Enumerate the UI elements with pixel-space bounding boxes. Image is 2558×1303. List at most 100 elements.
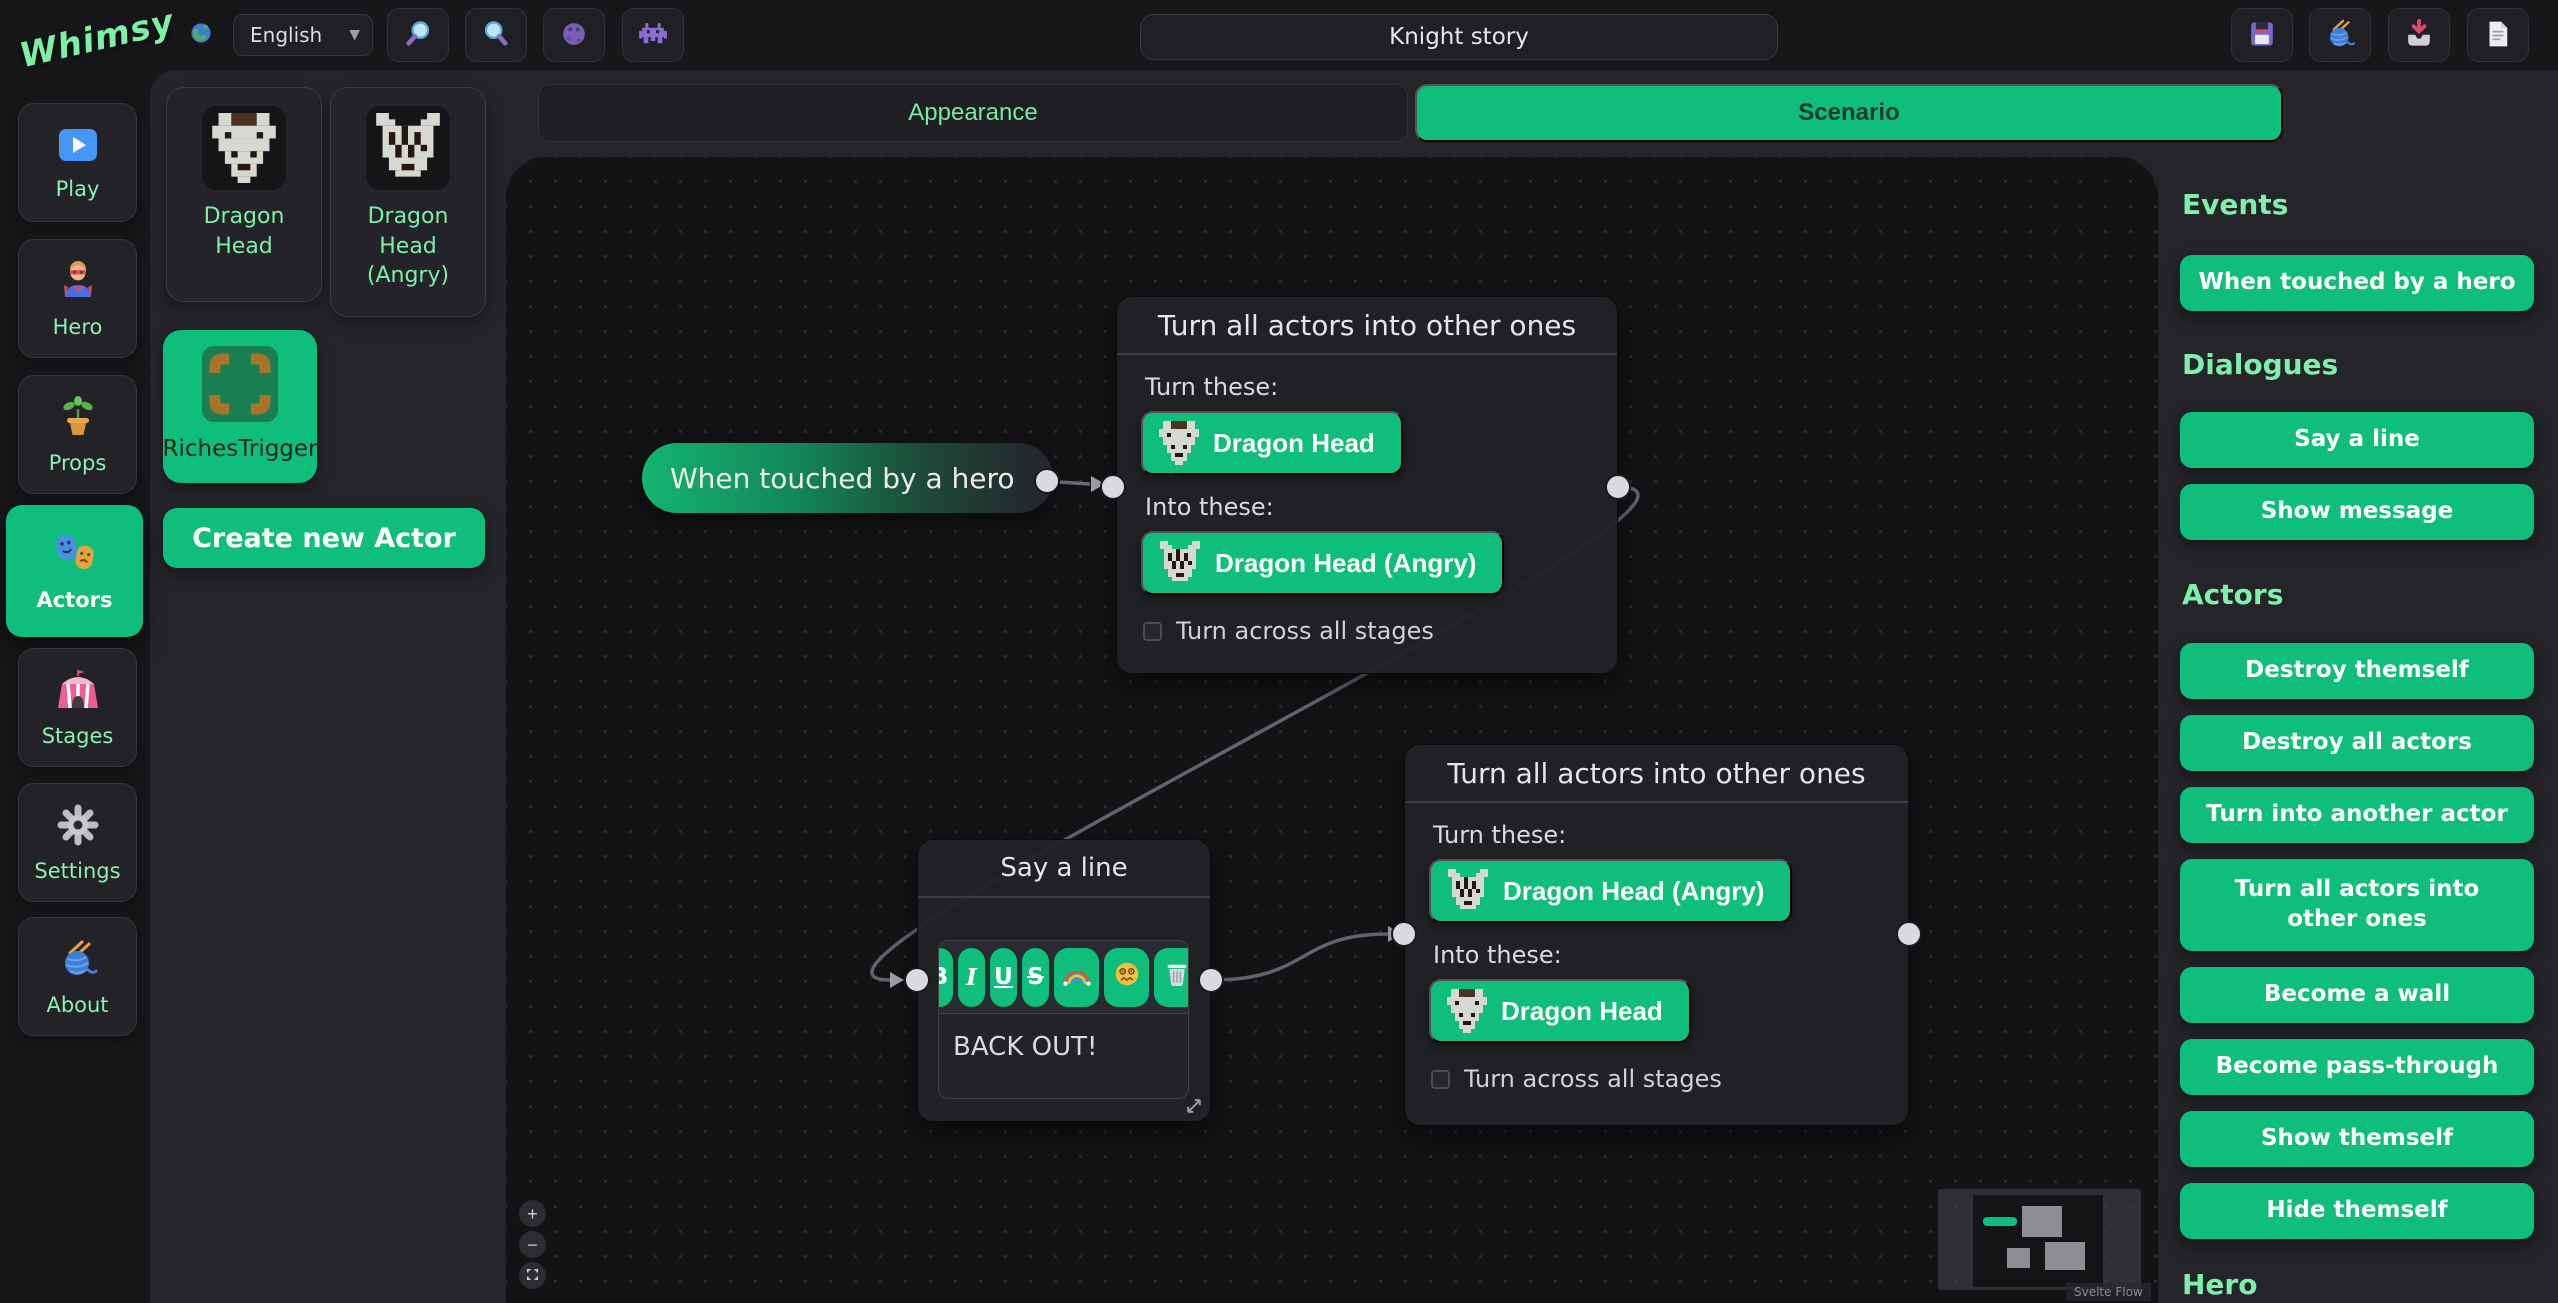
add-hide-themself-button[interactable]: Hide themself bbox=[2180, 1183, 2534, 1239]
strikethrough-button[interactable]: S bbox=[1022, 948, 1049, 1007]
gear-icon bbox=[56, 803, 100, 851]
turn-actor-select-button[interactable]: Dragon Head bbox=[1141, 411, 1403, 475]
sidebar-item-actors[interactable]: Actors bbox=[6, 505, 143, 637]
search-left-button[interactable] bbox=[387, 8, 449, 62]
tab-scenario[interactable]: Scenario bbox=[1415, 84, 2283, 142]
alien-monster-button[interactable] bbox=[622, 8, 684, 62]
event-output-handle[interactable] bbox=[1034, 468, 1060, 494]
purple-moon-button[interactable] bbox=[543, 8, 605, 62]
hero-icon bbox=[55, 259, 101, 307]
turn2-output-handle[interactable] bbox=[1896, 921, 1922, 947]
add-destroy-themself-button[interactable]: Destroy themself bbox=[2180, 643, 2534, 699]
checkbox-label: Turn across all stages bbox=[1464, 1065, 1722, 1093]
sidebar-item-settings[interactable]: Settings bbox=[18, 783, 137, 902]
tab-appearance[interactable]: Appearance bbox=[538, 84, 1408, 142]
search-left-icon bbox=[401, 17, 435, 54]
sidebar-item-stages[interactable]: Stages bbox=[18, 648, 137, 767]
turn1-input-handle[interactable] bbox=[1100, 474, 1126, 500]
edge-event-to-turn1 bbox=[1059, 482, 1090, 484]
actor-card-name: Dragon Head (Angry) bbox=[331, 202, 485, 291]
page-icon bbox=[2481, 17, 2515, 54]
add-show-themself-button[interactable]: Show themself bbox=[2180, 1111, 2534, 1167]
say-input-handle[interactable] bbox=[904, 967, 930, 993]
node-turn-all-actors-2[interactable]: Turn all actors into other ones Turn the… bbox=[1404, 744, 1909, 1126]
add-say-a-line-button[interactable]: Say a line bbox=[2180, 412, 2534, 468]
actor-card-dragon-head-angry[interactable]: Dragon Head (Angry) bbox=[330, 87, 486, 317]
alien-monster-icon bbox=[636, 17, 670, 54]
add-turn-all-actors-button[interactable]: Turn all actors into other ones bbox=[2180, 859, 2534, 951]
emoji-button[interactable] bbox=[1104, 948, 1149, 1007]
yarn-button[interactable] bbox=[2309, 8, 2371, 62]
into-actor-select-button[interactable]: Dragon Head bbox=[1429, 979, 1691, 1043]
turn-across-stages-checkbox[interactable] bbox=[1431, 1070, 1450, 1089]
resize-handle-icon[interactable] bbox=[1184, 1096, 1204, 1120]
node-event-when-touched[interactable]: When touched by a hero bbox=[642, 443, 1053, 513]
fit-view-button[interactable] bbox=[519, 1262, 546, 1289]
turn-across-stages-checkbox[interactable] bbox=[1143, 622, 1162, 641]
language-value: English bbox=[250, 23, 322, 47]
circus-tent-icon bbox=[55, 668, 101, 716]
minimap-node-turn2 bbox=[2045, 1242, 2085, 1270]
sidebar-item-play[interactable]: Play bbox=[18, 103, 137, 222]
clear-format-button[interactable] bbox=[1154, 948, 1188, 1007]
dragon-head-angry-sprite bbox=[1159, 541, 1201, 585]
actor-card-riches-trigger[interactable]: RichesTrigger bbox=[163, 330, 317, 483]
line-editor[interactable]: B I U S BACK OUT! bbox=[938, 940, 1189, 1099]
add-destroy-all-actors-button[interactable]: Destroy all actors bbox=[2180, 715, 2534, 771]
into-actor-select-button[interactable]: Dragon Head (Angry) bbox=[1141, 531, 1504, 595]
bold-button[interactable]: B bbox=[939, 948, 953, 1007]
language-select[interactable]: English ▼ bbox=[233, 14, 373, 56]
dragon-head-angry-sprite bbox=[1447, 869, 1489, 913]
node-say-a-line[interactable]: Say a line B I U S BACK OUT! bbox=[917, 839, 1211, 1122]
section-header-events: Events bbox=[2182, 188, 2542, 221]
globe-icon bbox=[186, 18, 216, 52]
sidebar-item-label: Play bbox=[56, 177, 100, 201]
turn-actor-select-button[interactable]: Dragon Head (Angry) bbox=[1429, 859, 1792, 923]
turn-these-label: Turn these: bbox=[1145, 373, 1617, 401]
node-title: Say a line bbox=[918, 840, 1210, 898]
actor-card-name: Dragon Head bbox=[167, 202, 321, 261]
rainbow-icon bbox=[1062, 962, 1092, 992]
create-new-actor-button[interactable]: Create new Actor bbox=[163, 508, 485, 568]
actor-name: Dragon Head bbox=[1213, 428, 1375, 459]
save-floppy-icon bbox=[2245, 17, 2279, 54]
minimap[interactable] bbox=[1938, 1189, 2141, 1290]
sidebar-item-about[interactable]: About bbox=[18, 917, 137, 1036]
purple-moon-icon bbox=[557, 17, 591, 54]
add-become-pass-through-button[interactable]: Become pass-through bbox=[2180, 1039, 2534, 1095]
add-show-message-button[interactable]: Show message bbox=[2180, 484, 2534, 540]
add-event-when-touched-button[interactable]: When touched by a hero bbox=[2180, 255, 2534, 311]
sidebar-item-label: Stages bbox=[42, 724, 114, 748]
trash-icon bbox=[1165, 961, 1189, 993]
node-title: Turn all actors into other ones bbox=[1405, 745, 1908, 803]
italic-button[interactable]: I bbox=[958, 948, 985, 1007]
node-turn-all-actors-1[interactable]: Turn all actors into other ones Turn the… bbox=[1116, 296, 1618, 674]
zoom-in-button[interactable]: + bbox=[519, 1200, 546, 1227]
document-title-input[interactable]: Knight story bbox=[1140, 14, 1778, 60]
turn1-output-handle[interactable] bbox=[1605, 474, 1631, 500]
yarn-icon bbox=[55, 937, 101, 985]
line-text[interactable]: BACK OUT! bbox=[939, 1014, 1188, 1062]
into-these-label: Into these: bbox=[1145, 493, 1617, 521]
node-title: Turn all actors into other ones bbox=[1117, 297, 1617, 355]
import-button[interactable] bbox=[2388, 8, 2450, 62]
dragon-head-sprite bbox=[1159, 421, 1199, 465]
save-button[interactable] bbox=[2231, 8, 2293, 62]
actor-card-dragon-head[interactable]: Dragon Head bbox=[166, 87, 322, 302]
search-right-button[interactable] bbox=[465, 8, 527, 62]
sidebar-item-props[interactable]: Props bbox=[18, 375, 137, 494]
scenario-flow-canvas[interactable]: When touched by a hero Turn all actors i… bbox=[506, 157, 2158, 1303]
rainbow-color-button[interactable] bbox=[1054, 948, 1099, 1007]
zoom-out-button[interactable]: − bbox=[519, 1231, 546, 1258]
underline-button[interactable]: U bbox=[990, 948, 1017, 1007]
say-output-handle[interactable] bbox=[1198, 967, 1224, 993]
trigger-zone-icon bbox=[198, 342, 282, 426]
svelte-flow-attribution: Svelte Flow bbox=[2066, 1283, 2151, 1301]
turn-these-label: Turn these: bbox=[1433, 821, 1908, 849]
turn2-input-handle[interactable] bbox=[1391, 921, 1417, 947]
add-turn-into-another-actor-button[interactable]: Turn into another actor bbox=[2180, 787, 2534, 843]
sidebar-item-hero[interactable]: Hero bbox=[18, 239, 137, 358]
page-button[interactable] bbox=[2467, 8, 2529, 62]
add-become-a-wall-button[interactable]: Become a wall bbox=[2180, 967, 2534, 1023]
minimap-node-turn1 bbox=[2022, 1206, 2062, 1237]
